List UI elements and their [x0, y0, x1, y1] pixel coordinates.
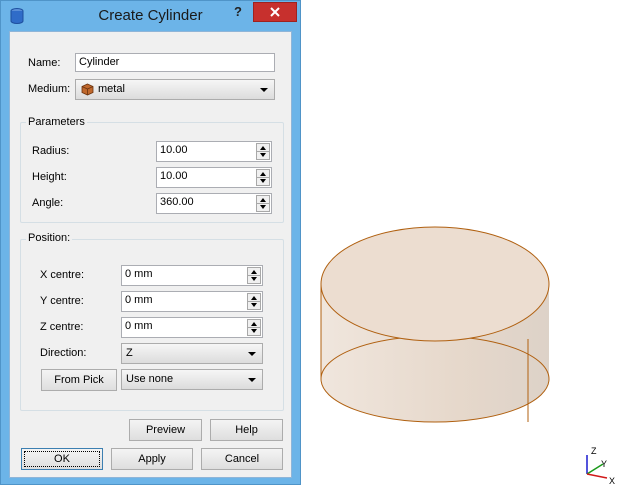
z-centre-label: Z centre:: [40, 321, 84, 333]
title-bar[interactable]: Create Cylinder ?: [1, 1, 300, 31]
close-button[interactable]: [253, 2, 297, 22]
ok-button[interactable]: OK: [21, 448, 103, 470]
radius-label: Radius:: [32, 145, 70, 157]
y-centre-stepper[interactable]: [247, 293, 261, 310]
chevron-down-icon: [248, 352, 256, 356]
angle-value: 360.00: [160, 196, 194, 208]
name-input[interactable]: Cylinder: [75, 53, 275, 72]
cylinder-top-face: [320, 226, 550, 342]
direction-label: Direction:: [40, 347, 87, 359]
z-centre-stepper[interactable]: [247, 319, 261, 336]
arrow-down-icon: [260, 205, 266, 209]
radius-stepper[interactable]: [256, 143, 270, 160]
radius-value: 10.00: [160, 144, 188, 156]
arrow-down-icon: [260, 153, 266, 157]
angle-label: Angle:: [32, 197, 64, 209]
pick-value: Use none: [126, 373, 174, 385]
arrow-down-icon: [260, 179, 266, 183]
apply-button[interactable]: Apply: [111, 448, 193, 470]
from-pick-button[interactable]: From Pick: [41, 369, 117, 391]
chevron-down-icon: [260, 88, 268, 92]
radius-spinbox[interactable]: 10.00: [156, 141, 272, 162]
arrow-up-icon: [260, 146, 266, 150]
height-label: Height:: [32, 171, 67, 183]
arrow-up-icon: [251, 296, 257, 300]
arrow-up-icon: [260, 198, 266, 202]
ok-button-label: OK: [54, 453, 70, 465]
x-centre-spinbox[interactable]: 0 mm: [121, 265, 263, 286]
dialog-body: Name: Cylinder Medium: metal Parameters …: [9, 31, 292, 478]
arrow-up-icon: [251, 270, 257, 274]
direction-value: Z: [126, 347, 133, 359]
direction-select[interactable]: Z: [121, 343, 263, 364]
parameters-group-title: Parameters: [26, 116, 87, 128]
height-value: 10.00: [160, 170, 188, 182]
help-button[interactable]: Help: [210, 419, 283, 441]
help-icon[interactable]: ?: [227, 3, 249, 23]
arrow-down-icon: [251, 303, 257, 307]
arrow-up-icon: [251, 322, 257, 326]
angle-spinbox[interactable]: 360.00: [156, 193, 272, 214]
axis-y-label: Y: [601, 459, 607, 469]
create-cylinder-dialog: Create Cylinder ? Name: Cylinder Medium:…: [0, 0, 301, 485]
y-centre-value: 0 mm: [125, 294, 153, 306]
cancel-button[interactable]: Cancel: [201, 448, 283, 470]
arrow-down-icon: [251, 329, 257, 333]
metal-cube-icon: [81, 83, 94, 96]
z-centre-value: 0 mm: [125, 320, 153, 332]
arrow-up-icon: [260, 172, 266, 176]
height-spinbox[interactable]: 10.00: [156, 167, 272, 188]
name-label: Name:: [28, 57, 61, 69]
arrow-down-icon: [251, 277, 257, 281]
angle-stepper[interactable]: [256, 195, 270, 212]
position-group-title: Position:: [26, 232, 73, 244]
x-centre-value: 0 mm: [125, 268, 153, 280]
medium-label: Medium:: [28, 83, 71, 95]
preview-button[interactable]: Preview: [129, 419, 202, 441]
y-centre-spinbox[interactable]: 0 mm: [121, 291, 263, 312]
chevron-down-icon: [248, 378, 256, 382]
height-stepper[interactable]: [256, 169, 270, 186]
z-centre-spinbox[interactable]: 0 mm: [121, 317, 263, 338]
y-centre-label: Y centre:: [40, 295, 84, 307]
cylinder-render: Z Y X: [320, 226, 615, 486]
close-icon: [270, 7, 280, 17]
pick-select[interactable]: Use none: [121, 369, 263, 390]
axis-x-label: X: [609, 476, 615, 486]
3d-viewport[interactable]: Z Y X: [301, 0, 617, 488]
medium-select[interactable]: metal: [75, 79, 275, 100]
axis-z-label: Z: [591, 446, 597, 456]
x-centre-stepper[interactable]: [247, 267, 261, 284]
x-centre-label: X centre:: [40, 269, 85, 281]
medium-value: metal: [98, 83, 125, 95]
